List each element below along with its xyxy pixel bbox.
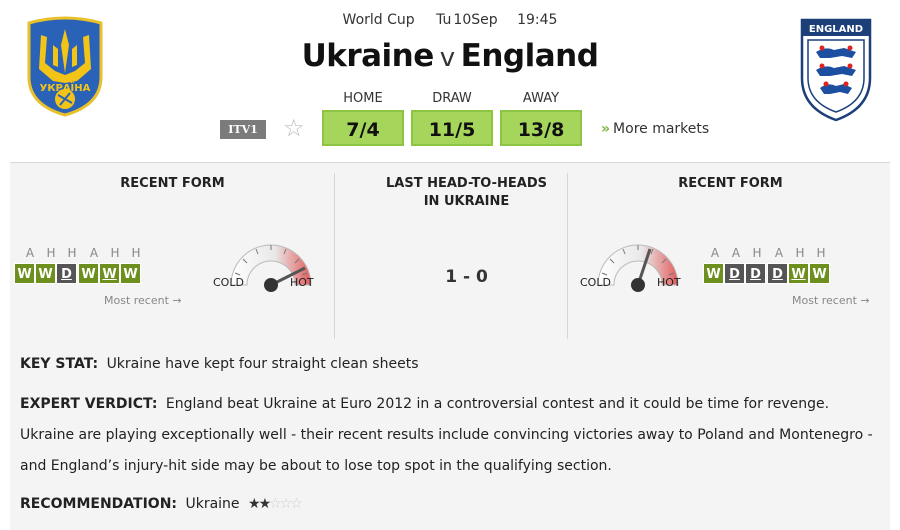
svg-text:УКРАЇНА: УКРАЇНА	[40, 80, 91, 94]
home-form-gauge	[230, 244, 312, 292]
home-cold-label: COLD	[213, 276, 244, 289]
key-stat-label: KEY STAT:	[20, 356, 99, 372]
home-venue: H	[110, 246, 120, 260]
svg-text:ENGLAND: ENGLAND	[809, 24, 863, 35]
home-result-badge[interactable]: W	[99, 263, 120, 284]
versus-separator: v	[439, 43, 455, 73]
stats-panel: RECENT FORM A H H A H H W W D W W W Most…	[10, 163, 890, 347]
away-result-badge[interactable]: W	[809, 263, 830, 284]
away-venue: H	[752, 246, 762, 260]
england-crest-icon: ENGLAND	[800, 18, 872, 122]
home-most-recent-label: Most recent	[104, 294, 169, 307]
away-venue: A	[731, 246, 741, 260]
away-result-badge[interactable]: W	[703, 263, 724, 284]
arrow-right-icon: →	[860, 294, 870, 307]
more-markets-link[interactable]: » More markets	[601, 121, 709, 137]
odds-away-label: AWAY	[522, 91, 560, 106]
away-form-gauge	[597, 244, 679, 292]
match-meta: World Cup Tu 10Sep 19:45	[0, 12, 900, 28]
away-cold-label: COLD	[580, 276, 611, 289]
recommendation-text[interactable]: Ukraine	[185, 496, 239, 512]
key-stat: KEY STAT: Ukraine have kept four straigh…	[20, 356, 419, 372]
away-team-name[interactable]: England	[461, 38, 599, 74]
recommendation-label: RECOMMENDATION:	[20, 496, 178, 512]
favourite-star-icon[interactable]: ☆	[283, 116, 305, 140]
odds-home-label: HOME	[343, 91, 383, 106]
arrow-right-icon: →	[172, 294, 182, 307]
odds-home-button[interactable]: 7/4	[322, 110, 404, 146]
home-hot-label: HOT	[290, 276, 314, 289]
star-filled-icon: ★	[248, 496, 260, 512]
home-venue: H	[46, 246, 56, 260]
h2h-title: LAST HEAD-TO-HEADS IN UKRAINE	[344, 175, 589, 211]
star-filled-icon: ★	[258, 496, 271, 512]
home-venue: H	[131, 246, 141, 260]
star-empty-icon: ☆	[290, 496, 302, 512]
kickoff-time: 19:45	[517, 12, 558, 28]
more-markets-label: More markets	[613, 121, 710, 137]
home-result-badge[interactable]: D	[56, 263, 77, 284]
home-form-title: RECENT FORM	[120, 176, 225, 191]
home-result-badge[interactable]: W	[35, 263, 56, 284]
away-result-badge[interactable]: D	[767, 263, 788, 284]
odds-away-button[interactable]: 13/8	[500, 110, 582, 146]
competition: World Cup	[342, 12, 415, 28]
away-result-badge[interactable]: W	[788, 263, 809, 284]
away-venue: H	[795, 246, 805, 260]
away-result-badge[interactable]: D	[724, 263, 745, 284]
star-empty-icon: ☆	[269, 496, 281, 512]
home-venue: H	[67, 246, 77, 260]
double-chevron-icon: »	[601, 121, 611, 137]
column-divider	[334, 173, 335, 339]
home-venue: A	[25, 246, 35, 260]
away-form-title: RECENT FORM	[678, 176, 783, 191]
match-header: УКРАЇНА World Cup Tu 10Sep 19:45 Ukraine v…	[0, 0, 900, 160]
away-venue: A	[710, 246, 720, 260]
odds-draw-label: DRAW	[432, 91, 472, 106]
column-divider	[567, 173, 568, 339]
match-day: Tu	[436, 12, 452, 28]
analysis-panel: KEY STAT: Ukraine have kept four straigh…	[10, 347, 890, 530]
home-result-badge[interactable]: W	[14, 263, 35, 284]
recommendation: RECOMMENDATION: Ukraine ★★☆☆☆	[20, 496, 303, 512]
broadcaster-badge: ITV1	[220, 120, 266, 139]
odds-draw: DRAW 11/5	[411, 90, 493, 146]
home-team-name[interactable]: Ukraine	[302, 38, 435, 74]
home-most-recent: Most recent →	[104, 294, 182, 307]
h2h-score[interactable]: 1 - 0	[344, 267, 589, 287]
h2h-title-line1: LAST HEAD-TO-HEADS	[386, 176, 547, 191]
h2h-title-line2: IN UKRAINE	[423, 194, 510, 209]
odds-home: HOME 7/4	[322, 90, 404, 146]
odds-away: AWAY 13/8	[500, 90, 582, 146]
rating-stars: ★★☆☆☆	[248, 496, 303, 512]
away-most-recent-label: Most recent	[792, 294, 857, 307]
star-empty-icon: ☆	[279, 496, 292, 512]
away-most-recent: Most recent →	[792, 294, 870, 307]
key-stat-text: Ukraine have kept four straight clean sh…	[106, 356, 419, 372]
expert-verdict: EXPERT VERDICT: England beat Ukraine at …	[20, 389, 882, 482]
page-title: Ukraine v England	[0, 38, 900, 74]
away-hot-label: HOT	[657, 276, 681, 289]
expert-verdict-label: EXPERT VERDICT:	[20, 396, 158, 412]
away-venue: A	[774, 246, 784, 260]
home-result-badge[interactable]: W	[120, 263, 141, 284]
home-result-badge[interactable]: W	[78, 263, 99, 284]
home-venue: A	[89, 246, 99, 260]
match-date: 10Sep	[453, 12, 498, 28]
odds-draw-button[interactable]: 11/5	[411, 110, 493, 146]
away-venue: H	[816, 246, 826, 260]
away-result-badge[interactable]: D	[745, 263, 766, 284]
